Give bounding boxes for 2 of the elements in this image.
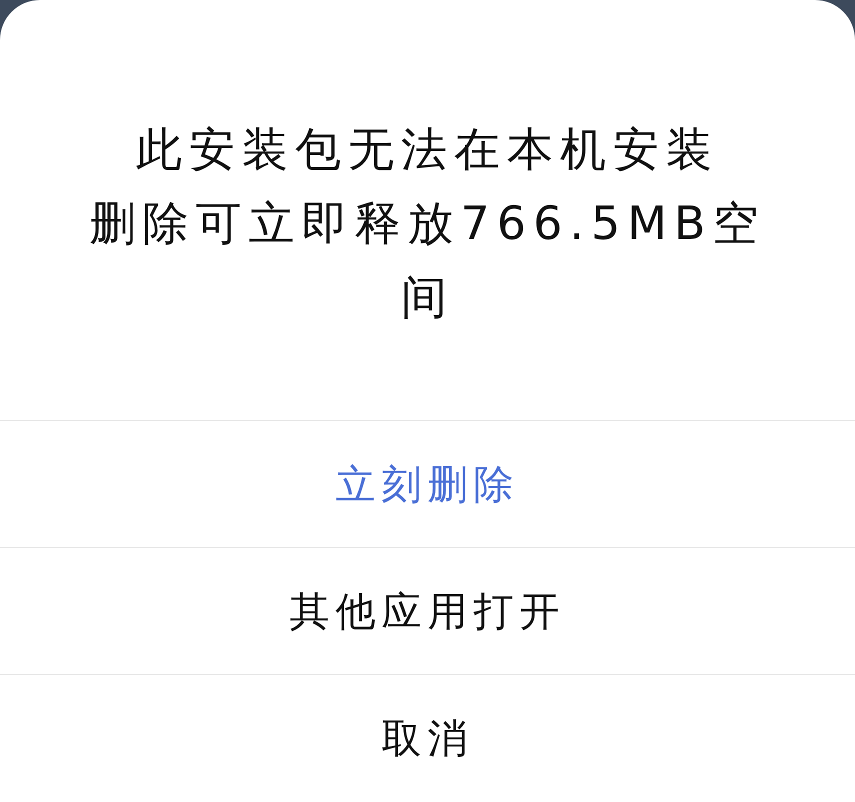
dialog-message: 此安装包无法在本机安装 [136,121,719,178]
dialog-message: 删除可立即释放766.5MB空间 [88,195,766,326]
